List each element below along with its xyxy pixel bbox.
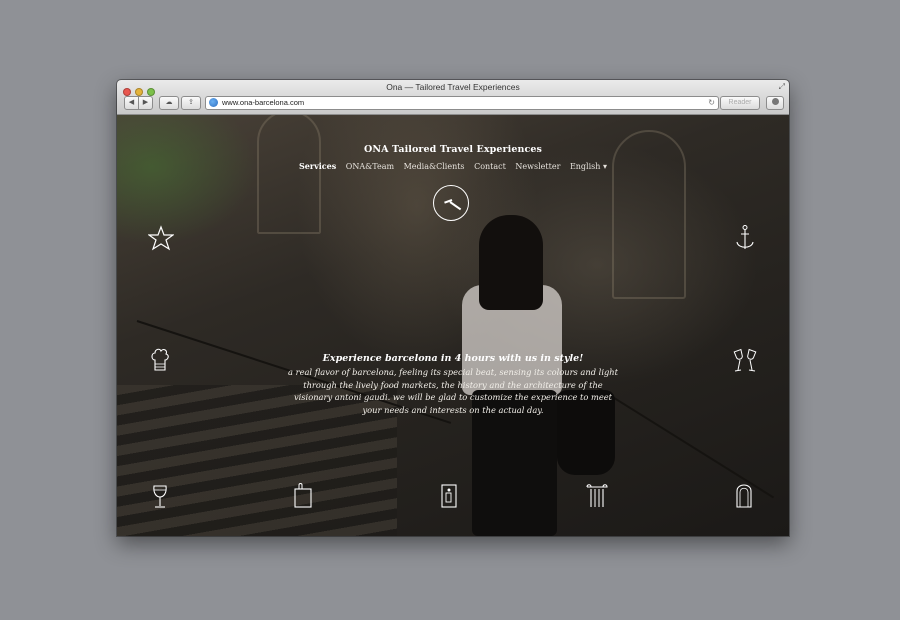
photo-figure bbox=[479, 215, 543, 310]
site-brand[interactable]: ONA Tailored Travel Experiences bbox=[117, 144, 789, 155]
url-text[interactable]: www.ona-barcelona.com bbox=[222, 97, 304, 109]
nav-services[interactable]: Services bbox=[299, 161, 336, 171]
background-window bbox=[257, 115, 321, 234]
nav-contact[interactable]: Contact bbox=[474, 162, 506, 171]
column-icon[interactable] bbox=[586, 483, 608, 508]
clock-icon[interactable] bbox=[433, 185, 469, 221]
reload-icon[interactable]: ↻ bbox=[708, 97, 715, 109]
forward-button[interactable]: ▶ bbox=[138, 96, 153, 110]
main-nav: Services ONA&Team Media&Clients Contact … bbox=[117, 161, 789, 171]
title-bar: Ona — Tailored Travel Experiences ⤢ ◀ ▶ … bbox=[117, 80, 789, 115]
icloud-tabs-button[interactable]: ☁ bbox=[159, 96, 179, 110]
door-icon[interactable] bbox=[441, 484, 457, 508]
downloads-button[interactable] bbox=[766, 96, 784, 110]
back-button[interactable]: ◀ bbox=[124, 96, 139, 110]
nav-language[interactable]: English ▾ bbox=[570, 162, 607, 171]
globe-icon bbox=[209, 98, 218, 107]
fullscreen-icon[interactable]: ⤢ bbox=[779, 82, 785, 92]
webpage-content: ONA Tailored Travel Experiences Services… bbox=[117, 115, 789, 536]
headline: Experience barcelona in 4 hours with us … bbox=[322, 353, 584, 364]
intro-text: a real flavor of barcelona, feeling its … bbox=[288, 367, 618, 415]
wine-glass-icon[interactable] bbox=[152, 484, 168, 510]
background-window bbox=[612, 130, 686, 299]
shopping-bag-icon[interactable] bbox=[294, 482, 312, 508]
arch-icon[interactable] bbox=[736, 482, 752, 508]
nav-newsletter[interactable]: Newsletter bbox=[515, 162, 560, 171]
anchor-icon[interactable] bbox=[735, 224, 755, 252]
downloads-icon bbox=[771, 97, 779, 105]
reader-button[interactable]: Reader bbox=[720, 96, 760, 110]
nav-ona-team[interactable]: ONA&Team bbox=[346, 162, 394, 171]
share-button[interactable]: ⇪ bbox=[181, 96, 201, 110]
star-icon[interactable] bbox=[148, 225, 174, 251]
browser-window: Ona — Tailored Travel Experiences ⤢ ◀ ▶ … bbox=[117, 80, 789, 536]
palm-leaves bbox=[117, 115, 257, 245]
nav-media-clients[interactable]: Media&Clients bbox=[404, 162, 465, 171]
window-title: Ona — Tailored Travel Experiences bbox=[386, 82, 520, 92]
browser-toolbar: ◀ ▶ ☁ ⇪ www.ona-barcelona.com ↻ Reader bbox=[117, 94, 789, 114]
address-bar[interactable]: www.ona-barcelona.com ↻ bbox=[205, 96, 719, 110]
